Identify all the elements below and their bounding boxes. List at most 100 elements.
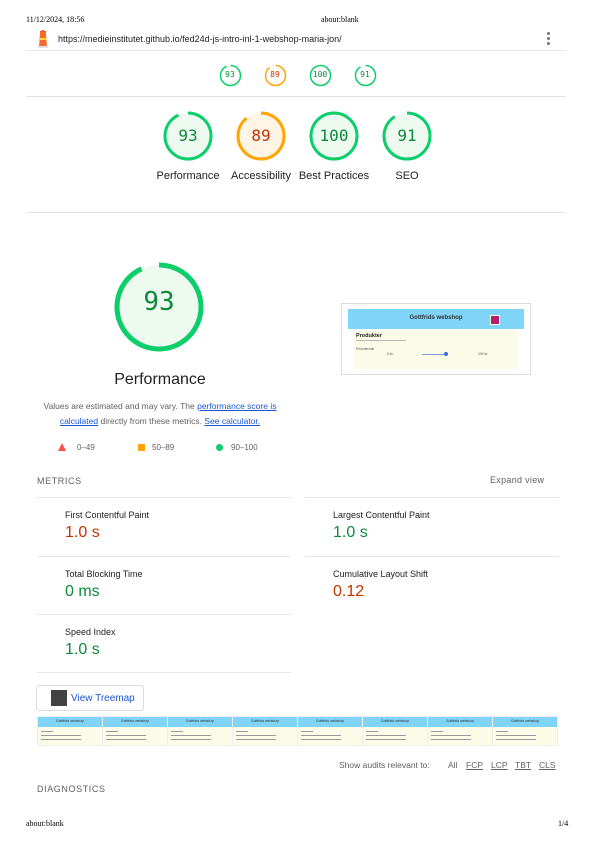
legend-pass-range: 90–100 <box>231 443 258 452</box>
frame-title: Gottfrids webshop <box>510 719 540 723</box>
frame-line <box>431 739 471 740</box>
frame-line <box>431 735 471 736</box>
metric-label: First Contentful Paint <box>65 510 150 520</box>
screenshot-slider-thumb <box>444 352 448 356</box>
frame-title: Gottfrids webshop <box>250 719 280 723</box>
frame-line <box>301 739 341 740</box>
frame-line <box>171 739 211 740</box>
frame-line <box>496 735 536 736</box>
final-screenshot[interactable]: Gottfrids webshop Produkter Prisinterval… <box>341 303 531 375</box>
mini-score-value[interactable]: 100 <box>305 70 335 79</box>
filmstrip-frame: Gottfrids webshop <box>167 716 233 746</box>
frame-title: Gottfrids webshop <box>445 719 475 723</box>
metrics-header: METRICS <box>37 476 82 486</box>
fail-triangle-icon <box>58 443 66 451</box>
treemap-icon <box>51 690 67 706</box>
mini-score-value[interactable]: 93 <box>215 70 245 79</box>
frame-line <box>366 735 406 736</box>
performance-description: Values are estimated and may vary. The p… <box>36 399 284 429</box>
filmstrip-frame: Gottfrids webshop <box>362 716 428 746</box>
metric-value: 1.0 s <box>65 641 100 658</box>
frame-line <box>171 735 211 736</box>
mini-score-value[interactable]: 91 <box>350 70 380 79</box>
metric-label: Cumulative Layout Shift <box>333 569 429 579</box>
category-label[interactable]: SEO <box>371 169 443 183</box>
mini-score-value[interactable]: 89 <box>260 70 290 79</box>
frame-line <box>41 735 81 736</box>
screenshot-filter: Prisintervall <box>356 347 375 351</box>
metric-item: First Contentful Paint 1.0 s <box>37 497 291 556</box>
frame-line <box>366 739 406 740</box>
print-datetime: 11/12/2024, 18:56 <box>26 15 85 24</box>
print-title: about:blank <box>321 15 359 24</box>
performance-score: 93 <box>143 287 175 317</box>
frame-line <box>431 731 443 732</box>
frame-line <box>171 731 183 732</box>
section-divider <box>26 212 566 213</box>
frame-line <box>41 739 81 740</box>
frame-line <box>301 731 313 732</box>
filmstrip: Gottfrids webshop Gottfrids webshop Gottfr… <box>37 716 558 746</box>
view-treemap-label: View Treemap <box>71 693 135 704</box>
metric-divider <box>37 672 291 673</box>
legend-fail-range: 0–49 <box>77 443 95 452</box>
print-page-number: 1/4 <box>558 819 569 828</box>
category-label[interactable]: Performance <box>152 169 224 183</box>
frame-title: Gottfrids webshop <box>120 719 150 723</box>
frame-title: Gottfrids webshop <box>315 719 345 723</box>
report-url[interactable]: https://medieinstitutet.github.io/fed24d… <box>58 34 342 44</box>
screenshot-heading: Produkter <box>356 333 382 339</box>
filmstrip-frame: Gottfrids webshop <box>492 716 558 746</box>
view-treemap-button[interactable]: View Treemap <box>36 685 144 711</box>
cart-icon <box>490 315 500 325</box>
lighthouse-icon <box>38 30 48 48</box>
frame-title: Gottfrids webshop <box>185 719 215 723</box>
category-score[interactable]: 91 <box>382 126 432 145</box>
pass-circle-icon <box>216 444 223 451</box>
category-score[interactable]: 89 <box>236 126 286 145</box>
legend-average-range: 50–89 <box>152 443 175 452</box>
metric-value: 1.0 s <box>65 524 100 541</box>
metric-value: 0 ms <box>65 583 100 600</box>
expand-view-toggle[interactable]: Expand view <box>490 475 544 485</box>
filter-fcp[interactable]: FCP <box>466 760 483 770</box>
category-label[interactable]: Best Practices <box>298 169 370 183</box>
frame-title: Gottfrids webshop <box>55 719 85 723</box>
frame-line <box>106 735 146 736</box>
more-options-icon[interactable] <box>544 31 552 47</box>
audit-filter-label: Show audits relevant to: <box>339 760 430 770</box>
metric-item: Largest Contentful Paint 1.0 s <box>305 497 559 556</box>
frame-line <box>236 739 276 740</box>
print-footer-url: about:blank <box>26 819 64 828</box>
filter-lcp[interactable]: LCP <box>491 760 508 770</box>
metric-item: Cumulative Layout Shift 0.12 <box>305 556 559 615</box>
frame-line <box>496 739 536 740</box>
diagnostics-header: DIAGNOSTICS <box>37 784 106 794</box>
filter-tbt[interactable]: TBT <box>515 760 531 770</box>
frame-line <box>41 731 53 732</box>
metric-value: 1.0 s <box>333 524 368 541</box>
filmstrip-frame: Gottfrids webshop <box>427 716 493 746</box>
frame-line <box>236 731 248 732</box>
category-score[interactable]: 100 <box>309 126 359 145</box>
metric-value: 0.12 <box>333 583 365 600</box>
category-label[interactable]: Accessibility <box>225 169 297 183</box>
filmstrip-frame: Gottfrids webshop <box>102 716 168 746</box>
metric-label: Total Blocking Time <box>65 569 143 579</box>
metric-item: Speed Index 1.0 s <box>37 614 291 673</box>
filmstrip-frame: Gottfrids webshop <box>232 716 298 746</box>
category-score[interactable]: 93 <box>163 126 213 145</box>
metric-label: Speed Index <box>65 627 116 637</box>
performance-title: Performance <box>114 371 206 388</box>
frame-line <box>106 739 146 740</box>
frame-line <box>366 731 378 732</box>
calculator-link[interactable]: See calculator. <box>204 416 260 426</box>
filter-all[interactable]: All <box>448 760 457 770</box>
screenshot-line <box>356 340 406 341</box>
filmstrip-frame: Gottfrids webshop <box>37 716 103 746</box>
frame-line <box>301 735 341 736</box>
filter-cls[interactable]: CLS <box>539 760 556 770</box>
frame-title: Gottfrids webshop <box>380 719 410 723</box>
description-text-middle: directly from these metrics. <box>98 416 205 426</box>
metric-label: Largest Contentful Paint <box>333 510 430 520</box>
